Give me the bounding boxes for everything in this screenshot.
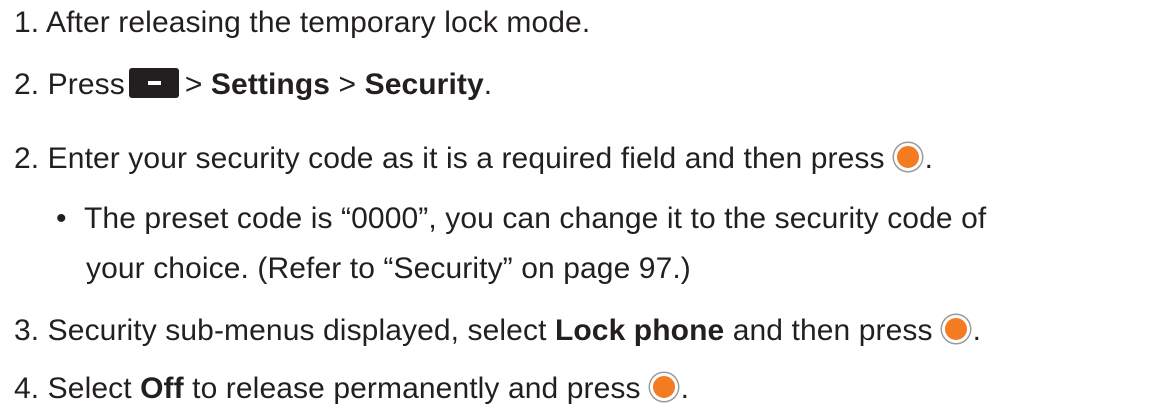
step-3: 3. Security sub-menus displayed, select … xyxy=(14,312,981,350)
bullet-note: • The preset code is “0000”, you can chan… xyxy=(56,200,986,238)
step-number: 1. xyxy=(14,6,40,39)
period: . xyxy=(972,314,982,347)
step-text: Select xyxy=(47,372,132,405)
lock-phone-label: Lock phone xyxy=(554,314,725,347)
step-number: 2. xyxy=(14,68,40,101)
step-2-menu: 2. Press > Settings > Security. xyxy=(14,66,492,104)
step-text: Press xyxy=(47,68,125,101)
bullet-icon: • xyxy=(56,202,67,235)
ok-button-icon xyxy=(649,373,678,401)
step-4: 4. Select Off to release permanently and… xyxy=(14,370,689,408)
step-number: 4. xyxy=(14,372,40,405)
off-label: Off xyxy=(140,372,184,405)
period: . xyxy=(680,372,690,405)
left-soft-key-icon xyxy=(128,68,179,98)
ok-button-icon xyxy=(893,143,922,171)
step-text-after: and then press xyxy=(732,314,933,347)
period: . xyxy=(483,68,493,101)
instruction-document: 1. After releasing the temporary lock mo… xyxy=(0,0,1167,405)
menu-separator: > xyxy=(184,68,203,101)
note-text-continued: your choice. (Refer to “Security” on pag… xyxy=(86,252,691,285)
step-2-code: 2. Enter your security code as it is a r… xyxy=(14,140,933,178)
step-text: After releasing the temporary lock mode. xyxy=(46,6,591,39)
ok-button-icon xyxy=(941,315,970,343)
step-number: 3. xyxy=(14,314,40,347)
period: . xyxy=(924,142,934,175)
menu-security: Security xyxy=(364,68,484,101)
note-text: The preset code is “0000”, you can chang… xyxy=(84,202,987,235)
menu-settings: Settings xyxy=(210,68,331,101)
step-number: 2. xyxy=(14,142,40,175)
step-text: Security sub-menus displayed, select xyxy=(47,314,547,347)
menu-separator: > xyxy=(338,68,357,101)
bullet-note-continuation: your choice. (Refer to “Security” on pag… xyxy=(86,250,691,288)
step-text: Enter your security code as it is a requ… xyxy=(47,142,885,175)
step-1: 1. After releasing the temporary lock mo… xyxy=(14,4,590,42)
step-text-after: to release permanently and press xyxy=(192,372,641,405)
